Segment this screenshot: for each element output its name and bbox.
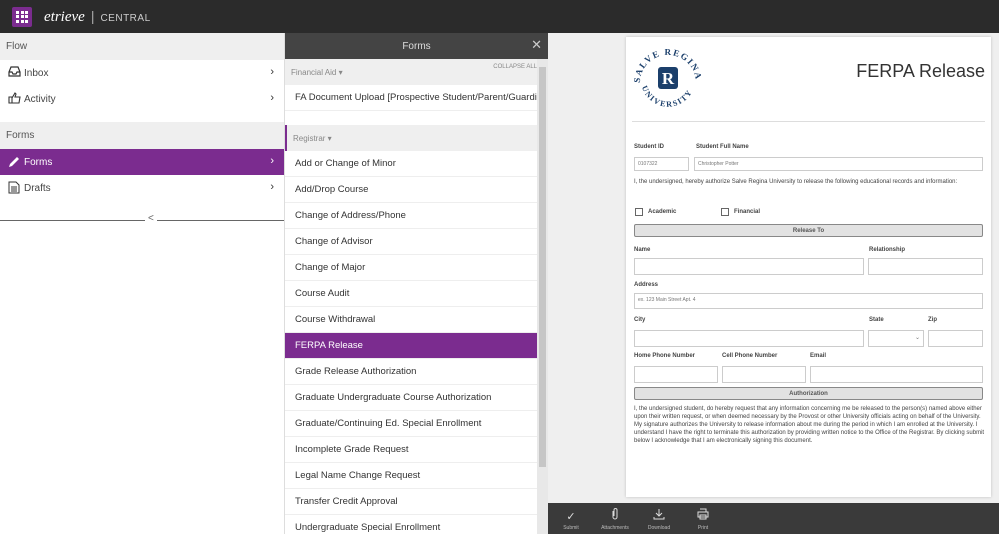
form-item[interactable]: Change of Advisor: [285, 229, 537, 255]
state-label: State: [869, 317, 884, 323]
collapse-all-link[interactable]: COLLAPSE ALL: [493, 64, 537, 70]
city-label: City: [634, 317, 646, 323]
city-field[interactable]: [634, 330, 864, 347]
app-name: CENTRAL: [100, 12, 151, 24]
form-item[interactable]: Change of Major: [285, 255, 537, 281]
left-navigation: Flow Inbox › Activity › Forms Forms › Dr…: [0, 33, 285, 534]
nav-section-forms: Forms: [0, 122, 284, 149]
home-phone-label: Home Phone Number: [634, 353, 696, 359]
form-item[interactable]: Incomplete Grade Request: [285, 437, 537, 463]
forms-panel: Forms ✕ Financial Aid ▾ COLLAPSE ALL FA …: [285, 33, 548, 534]
cell-phone-label: Cell Phone Number: [722, 353, 778, 359]
form-item[interactable]: Add/Drop Course: [285, 177, 537, 203]
form-item[interactable]: Legal Name Change Request: [285, 463, 537, 489]
category-registrar[interactable]: Registrar ▾: [285, 125, 537, 151]
inbox-icon: [8, 66, 21, 79]
student-name-label: Student Full Name: [696, 144, 749, 150]
form-item-selected[interactable]: FERPA Release: [285, 333, 537, 359]
attachments-button[interactable]: Attachments: [598, 503, 632, 534]
nav-item-drafts[interactable]: Drafts ›: [0, 175, 284, 201]
cell-phone-field[interactable]: [722, 366, 806, 383]
chevron-right-icon: ›: [270, 66, 274, 78]
email-label: Email: [810, 353, 827, 359]
zip-label: Zip: [928, 317, 937, 323]
collapse-sidebar-handle[interactable]: <: [0, 211, 284, 231]
form-item[interactable]: Change of Address/Phone: [285, 203, 537, 229]
svg-text:R: R: [662, 69, 675, 88]
chevron-left-icon: <: [145, 213, 157, 224]
document-viewer: SALVE REGINA UNIVERSITY R FERPA Release …: [548, 33, 999, 503]
form-item[interactable]: Undergraduate Special Enrollment: [285, 515, 537, 534]
student-id-field[interactable]: 0107322: [634, 157, 689, 171]
name-label: Name: [634, 247, 651, 253]
relationship-label: Relationship: [869, 247, 906, 253]
financial-checkbox[interactable]: [721, 208, 729, 216]
top-bar: etrieve | CENTRAL: [0, 0, 999, 33]
authorization-section-bar: Authorization: [634, 387, 983, 400]
submit-button[interactable]: ✓ Submit: [554, 503, 588, 534]
chevron-right-icon: ›: [270, 181, 274, 193]
address-field[interactable]: ex. 123 Main Street Apt. 4: [634, 293, 983, 309]
email-field[interactable]: [810, 366, 983, 383]
print-button[interactable]: Print: [686, 503, 720, 534]
printer-icon: [697, 508, 709, 523]
forms-list: Financial Aid ▾ COLLAPSE ALL FA Document…: [285, 59, 537, 534]
form-item[interactable]: Grade Release Authorization: [285, 359, 537, 385]
forms-scrollbar[interactable]: [537, 59, 548, 534]
document-toolbar: ✓ Submit Attachments Download Print: [548, 503, 999, 534]
category-financial-aid[interactable]: Financial Aid ▾ COLLAPSE ALL: [285, 59, 537, 85]
document-icon: [8, 181, 21, 194]
release-to-section-bar: Release To: [634, 224, 983, 237]
chevron-down-icon: ⌄: [915, 335, 921, 341]
etrieve-logo: etrieve: [44, 8, 85, 25]
academic-checkbox[interactable]: [635, 208, 643, 216]
close-icon[interactable]: ✕: [531, 37, 542, 53]
authorize-text: I, the undersigned, hereby authorize Sal…: [634, 179, 958, 185]
nav-item-forms[interactable]: Forms ›: [0, 149, 284, 175]
download-button[interactable]: Download: [642, 503, 676, 534]
form-item[interactable]: Transfer Credit Approval: [285, 489, 537, 515]
pencil-icon: [8, 155, 21, 168]
form-item[interactable]: Graduate/Continuing Ed. Special Enrollme…: [285, 411, 537, 437]
form-item[interactable]: Graduate Undergraduate Course Authorizat…: [285, 385, 537, 411]
student-id-label: Student ID: [634, 144, 664, 150]
form-title: FERPA Release: [856, 61, 985, 81]
forms-panel-header: Forms ✕: [285, 33, 548, 59]
activity-icon: [8, 92, 21, 105]
paperclip-icon: [611, 508, 619, 523]
relationship-field[interactable]: [868, 258, 983, 275]
university-seal: SALVE REGINA UNIVERSITY R: [632, 43, 704, 115]
zip-field[interactable]: [928, 330, 983, 347]
forms-panel-title: Forms: [402, 40, 431, 52]
check-icon: ✓: [566, 511, 576, 523]
chevron-right-icon: ›: [270, 155, 274, 167]
form-item[interactable]: Add or Change of Minor: [285, 151, 537, 177]
ferpa-form-document: SALVE REGINA UNIVERSITY R FERPA Release …: [626, 37, 991, 497]
form-item[interactable]: FA Document Upload [Prospective Student/…: [285, 85, 537, 111]
home-phone-field[interactable]: [634, 366, 718, 383]
brand[interactable]: etrieve | CENTRAL: [44, 8, 151, 26]
academic-label: Academic: [648, 209, 677, 215]
student-name-field[interactable]: Christopher Potter: [694, 157, 983, 171]
chevron-right-icon: ›: [270, 92, 274, 104]
download-icon: [653, 508, 665, 523]
form-item[interactable]: Course Audit: [285, 281, 537, 307]
authorization-text: I, the undersigned student, do hereby re…: [634, 406, 985, 444]
form-item[interactable]: Course Withdrawal: [285, 307, 537, 333]
nav-item-activity[interactable]: Activity ›: [0, 86, 284, 112]
nav-section-flow: Flow: [0, 33, 284, 60]
scrollbar-thumb[interactable]: [539, 67, 546, 467]
apps-grid-icon[interactable]: [12, 6, 32, 27]
name-field[interactable]: [634, 258, 864, 275]
nav-item-inbox[interactable]: Inbox ›: [0, 60, 284, 86]
financial-label: Financial: [734, 209, 761, 215]
address-label: Address: [634, 282, 659, 288]
